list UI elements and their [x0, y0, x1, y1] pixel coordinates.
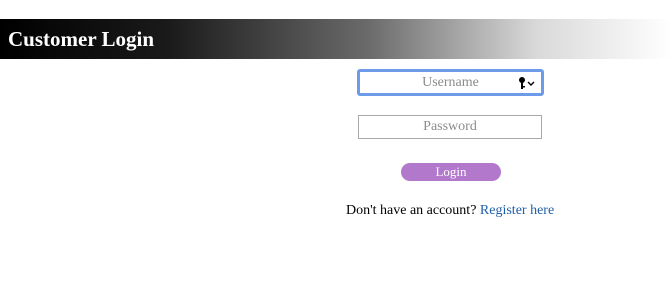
register-link[interactable]: Register here — [480, 203, 554, 218]
register-prompt-text: Don't have an account? — [346, 203, 477, 218]
password-field[interactable] — [358, 115, 542, 139]
header-banner: Customer Login — [0, 19, 671, 59]
page-title: Customer Login — [8, 27, 155, 51]
key-icon[interactable] — [518, 76, 536, 90]
username-input[interactable] — [360, 72, 541, 93]
login-button[interactable]: Login — [401, 163, 501, 181]
login-page: Customer Login Login Don't have an accou… — [0, 0, 671, 297]
register-prompt: Don't have an account? Register here — [346, 203, 554, 219]
username-field[interactable] — [357, 69, 544, 96]
password-input[interactable] — [359, 116, 541, 138]
